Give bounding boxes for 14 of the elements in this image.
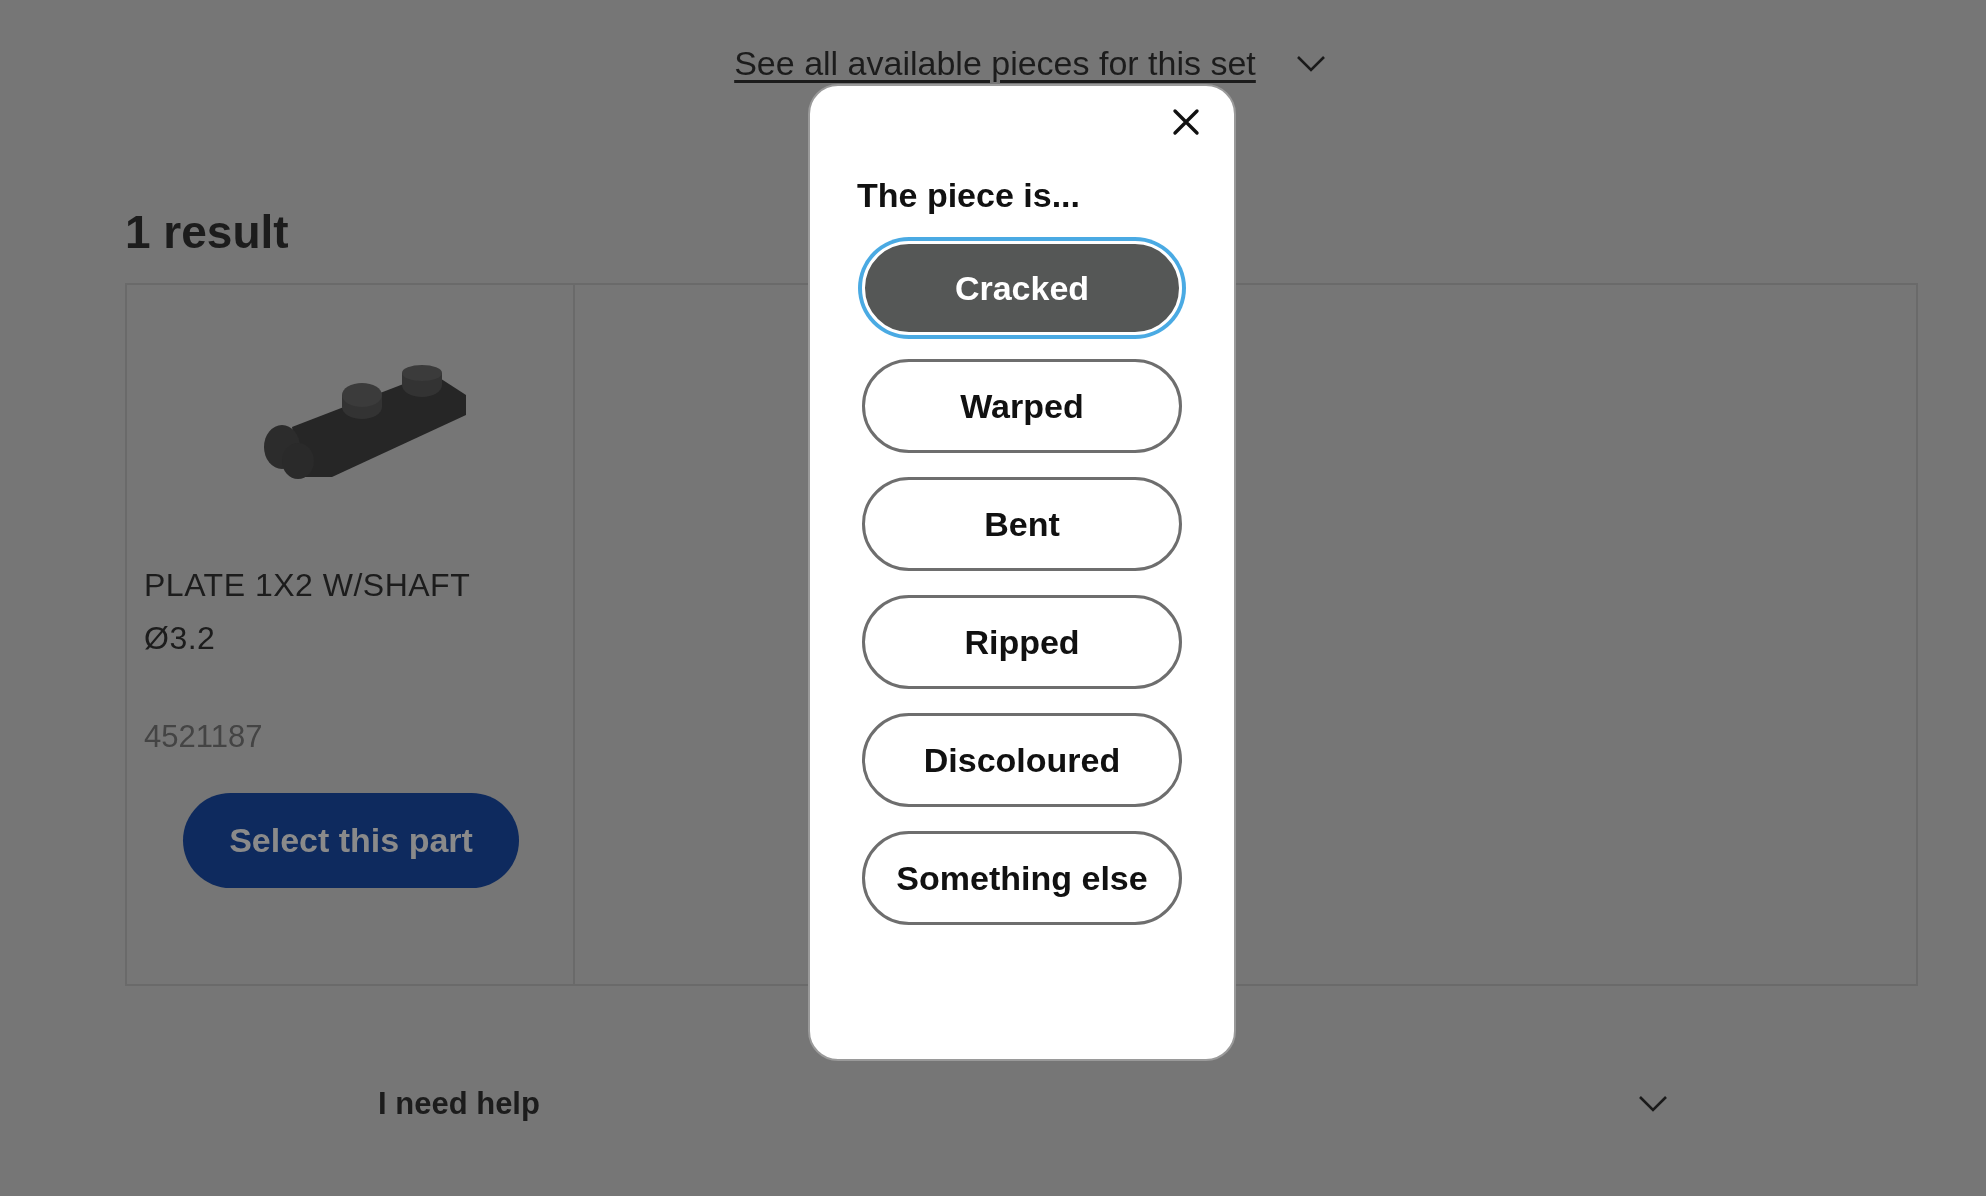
part-name: PLATE 1X2 W/SHAFT Ø3.2 — [144, 566, 471, 658]
close-icon[interactable] — [1172, 108, 1200, 136]
dialog-heading: The piece is... — [857, 176, 1080, 215]
option-button[interactable]: Bent — [862, 477, 1182, 571]
option-button[interactable]: Warped — [862, 359, 1182, 453]
option-button[interactable]: Ripped — [862, 595, 1182, 689]
all-pieces-link[interactable]: See all available pieces for this set — [734, 44, 1256, 83]
option-button[interactable]: Discoloured — [862, 713, 1182, 807]
select-part-button[interactable]: Select this part — [183, 793, 519, 888]
option-button[interactable]: Something else — [862, 831, 1182, 925]
help-toggle[interactable]: I need help — [378, 1086, 540, 1122]
result-count: 1 result — [125, 205, 290, 259]
chevron-down-icon[interactable] — [1638, 1095, 1668, 1113]
chevron-down-icon[interactable] — [1295, 54, 1326, 73]
